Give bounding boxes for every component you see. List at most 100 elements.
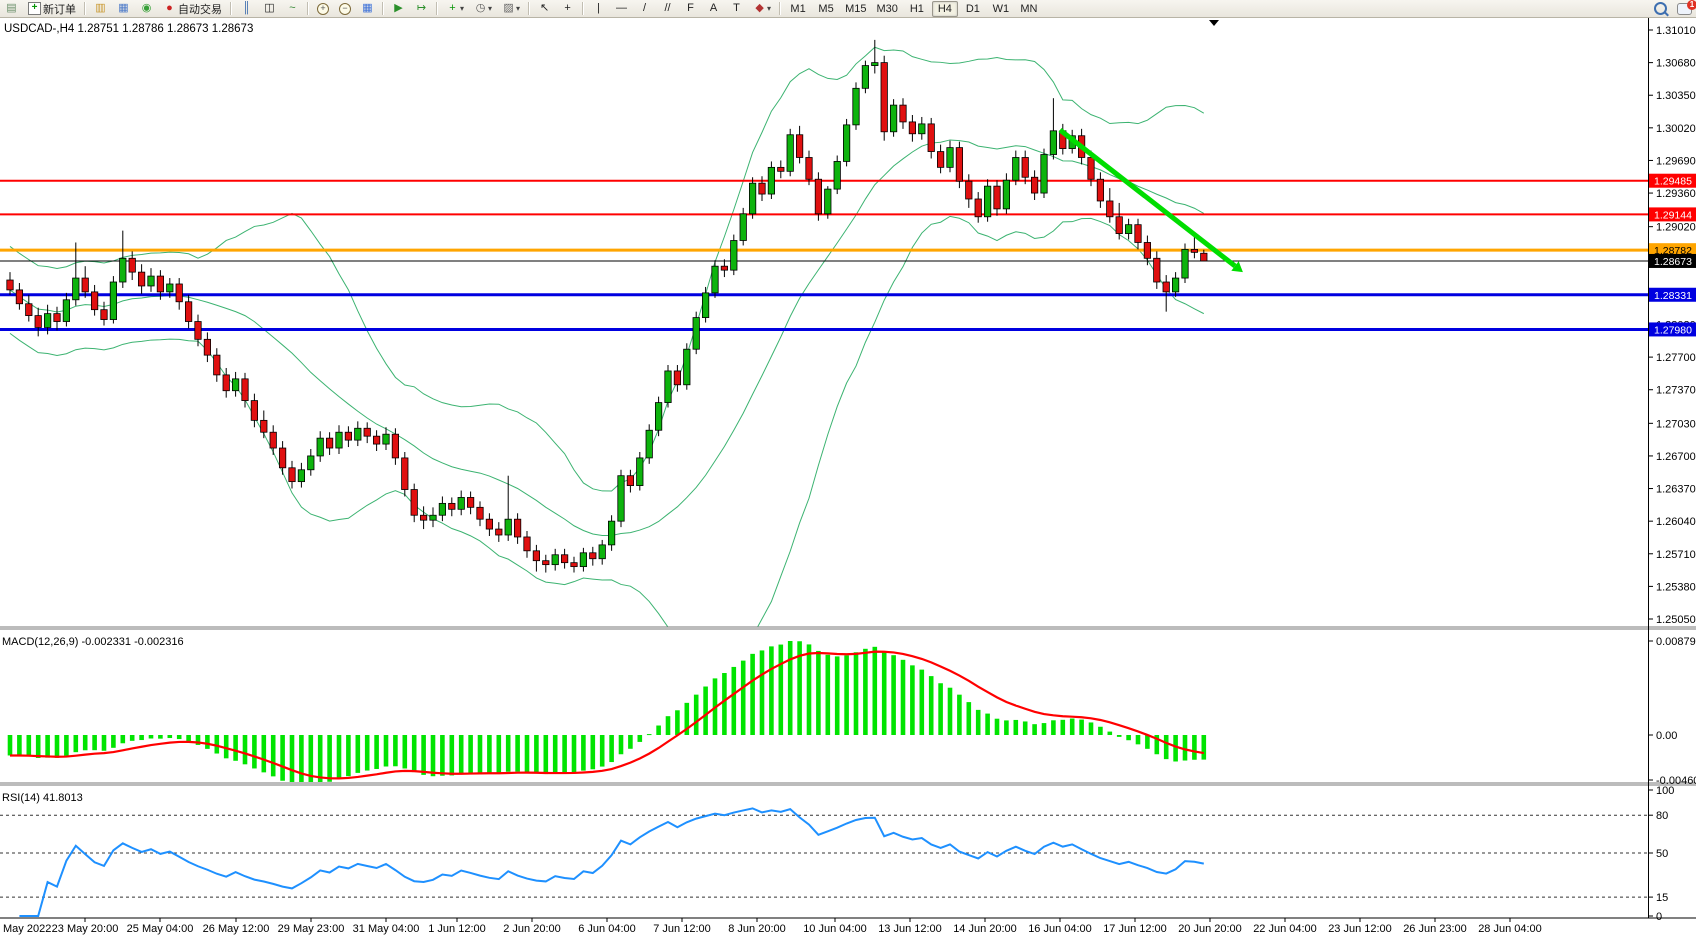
bar-chart-button[interactable]: ║ xyxy=(236,0,257,17)
candle-body xyxy=(937,152,943,168)
candle-body xyxy=(336,432,342,448)
macd-histogram-bar xyxy=(1042,723,1047,735)
macd-histogram-bar xyxy=(45,735,50,758)
candle-body xyxy=(721,266,727,270)
candle-body xyxy=(392,434,398,458)
macd-histogram-bar xyxy=(177,735,182,739)
zoom-out-icon: − xyxy=(339,3,351,15)
macd-histogram-bar xyxy=(534,735,539,773)
price-tick-label: 1.27700 xyxy=(1656,352,1696,364)
candlestick-icon: ◫ xyxy=(263,2,276,15)
candle-body xyxy=(383,434,389,444)
timeframe-D1[interactable]: D1 xyxy=(960,1,986,17)
label-button[interactable]: T xyxy=(726,0,747,17)
bollinger-upper-band xyxy=(10,47,1204,491)
auto-scroll-button[interactable]: ▶ xyxy=(388,0,409,17)
chart-window-icon[interactable]: ▤ xyxy=(1,0,22,17)
chart-window[interactable]: 1.310101.306801.303501.300201.296901.293… xyxy=(0,18,1696,938)
price-tick-label: 1.29020 xyxy=(1656,222,1696,234)
candle-body xyxy=(928,124,934,152)
text-button[interactable]: A xyxy=(703,0,724,17)
macd-histogram-bar xyxy=(205,735,210,749)
templates-button[interactable]: ▨▾ xyxy=(498,0,524,17)
market-watch-button[interactable]: ▦ xyxy=(113,0,134,17)
chevron-down-icon: ▾ xyxy=(460,4,464,13)
new-order-button[interactable]: +新订单 xyxy=(24,0,80,17)
candle-body xyxy=(1097,179,1103,201)
time-tick-label: 7 Jun 12:00 xyxy=(653,923,711,935)
timeframe-H1[interactable]: H1 xyxy=(904,1,930,17)
chart-window-icon: ▤ xyxy=(5,2,18,15)
time-tick-label: 23 Jun 12:00 xyxy=(1328,923,1392,935)
timeframe-MN[interactable]: MN xyxy=(1016,1,1042,17)
auto-trading-button[interactable]: ●自动交易 xyxy=(159,0,226,17)
macd-signal-line xyxy=(10,652,1204,779)
timeframe-H4[interactable]: H4 xyxy=(932,1,958,17)
notifications-icon[interactable]: 1 xyxy=(1677,3,1692,15)
candle-body xyxy=(881,63,887,132)
fibonacci-button[interactable]: F xyxy=(680,0,701,17)
candle-body xyxy=(665,371,671,403)
arrows-button[interactable]: ◆▾ xyxy=(749,0,775,17)
price-tick-label: 1.27370 xyxy=(1656,385,1696,397)
chart-ohlc-title: USDCAD-,H4 1.28751 1.28786 1.28673 1.286… xyxy=(4,23,253,35)
timeframe-M30[interactable]: M30 xyxy=(872,1,901,17)
chart-shift-button[interactable]: ↦ xyxy=(411,0,432,17)
candle-body xyxy=(496,529,502,535)
price-marker-label: 1.29485 xyxy=(1654,176,1692,188)
tile-windows-button[interactable]: ▦ xyxy=(357,0,378,17)
signals-button[interactable]: ◉ xyxy=(136,0,157,17)
candle-body xyxy=(486,519,492,529)
channel-button[interactable]: // xyxy=(657,0,678,17)
timeframe-M15[interactable]: M15 xyxy=(841,1,870,17)
candle-body xyxy=(1107,201,1113,217)
profiles-button[interactable]: ▥ xyxy=(90,0,111,17)
candle-body xyxy=(872,63,878,66)
candle-body xyxy=(684,349,690,385)
time-tick-label: 31 May 04:00 xyxy=(353,923,420,935)
arrows-icon: ◆ xyxy=(753,2,766,15)
price-marker: 1.29485 xyxy=(1649,174,1696,188)
macd-histogram-bar xyxy=(703,687,708,735)
macd-histogram-bar xyxy=(412,735,417,772)
time-tick-label: 8 Jun 20:00 xyxy=(728,923,786,935)
trendline-button[interactable]: / xyxy=(634,0,655,17)
candle-body xyxy=(599,545,605,559)
crosshair-button[interactable]: + xyxy=(557,0,578,17)
periods-button[interactable]: ◷▾ xyxy=(470,0,496,17)
candle-body xyxy=(909,122,915,134)
macd-histogram-bar xyxy=(346,735,351,776)
macd-histogram-bar xyxy=(807,644,812,735)
macd-histogram-bar xyxy=(788,641,793,735)
time-tick-label: 26 May 12:00 xyxy=(203,923,270,935)
line-chart-button[interactable]: ~ xyxy=(282,0,303,17)
candle-body xyxy=(975,199,981,217)
zoom-out-button[interactable]: − xyxy=(335,0,355,17)
macd-histogram-bar xyxy=(1145,735,1150,749)
rsi-tick-label: 0 xyxy=(1656,911,1662,923)
zoom-in-button[interactable]: + xyxy=(313,0,333,17)
macd-histogram-bar xyxy=(121,735,126,743)
timeframe-W1[interactable]: W1 xyxy=(988,1,1014,17)
candle-body xyxy=(82,278,88,292)
candle-body xyxy=(618,476,624,521)
price-axis[interactable]: 1.310101.306801.303501.300201.296901.293… xyxy=(1648,25,1696,923)
timeframe-M5[interactable]: M5 xyxy=(813,1,839,17)
horizontal-line-button[interactable]: — xyxy=(611,0,632,17)
toolbar-separator xyxy=(582,2,584,15)
time-tick-label: 28 Jun 04:00 xyxy=(1478,923,1542,935)
cursor-button[interactable]: ↖ xyxy=(534,0,555,17)
timeframe-M1[interactable]: M1 xyxy=(785,1,811,17)
price-chart[interactable]: 1.310101.306801.303501.300201.296901.293… xyxy=(0,18,1696,938)
search-icon[interactable] xyxy=(1654,2,1667,15)
candle-body xyxy=(1144,242,1150,258)
vertical-line-button[interactable]: | xyxy=(588,0,609,17)
macd-histogram-bar xyxy=(882,652,887,735)
candle-body xyxy=(1163,282,1169,292)
macd-histogram-bar xyxy=(74,735,79,752)
indicators-button[interactable]: +▾ xyxy=(442,0,468,17)
macd-histogram-bar xyxy=(769,646,774,735)
candlestick-chart-button[interactable]: ◫ xyxy=(259,0,280,17)
time-axis[interactable]: May 202223 May 20:0025 May 04:0026 May 1… xyxy=(3,918,1542,935)
price-marker: 1.29144 xyxy=(1649,207,1696,221)
